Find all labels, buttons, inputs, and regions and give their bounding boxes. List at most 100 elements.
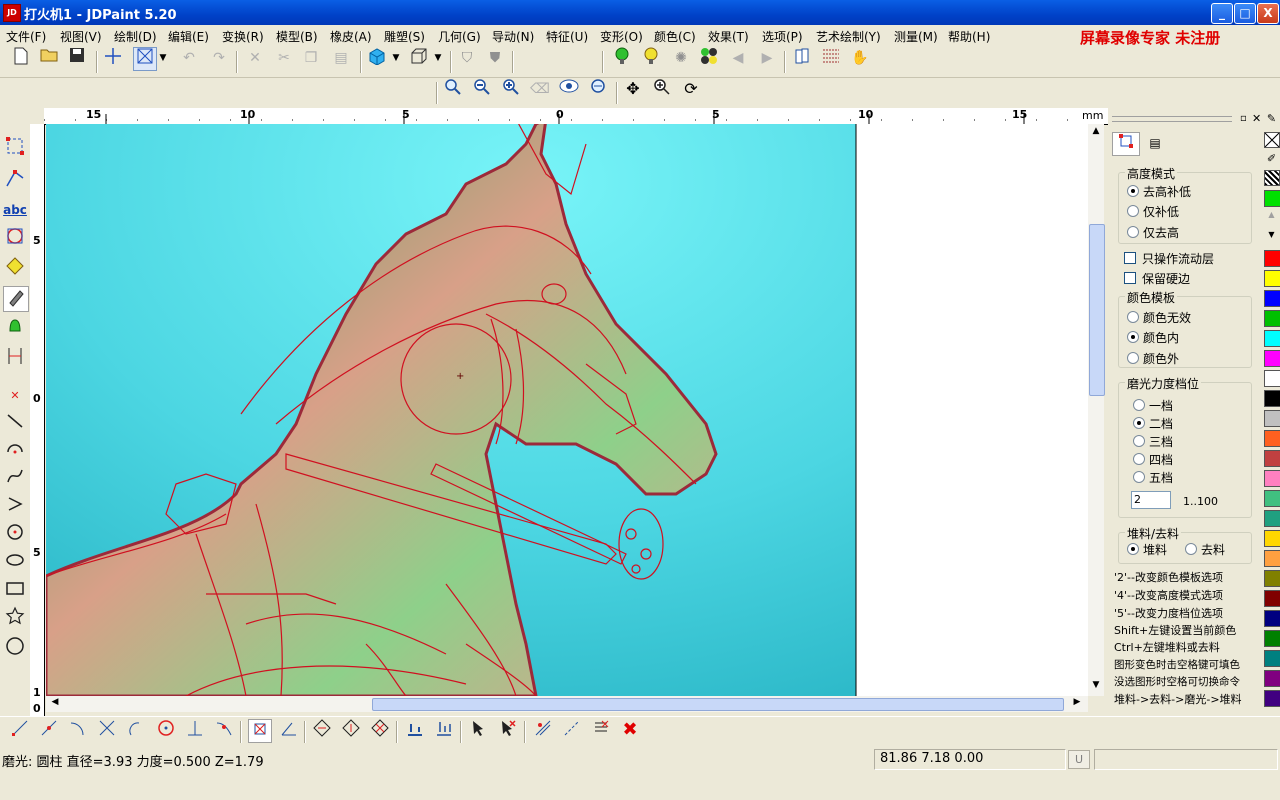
- diamond-icon[interactable]: [311, 719, 333, 741]
- arc-tool-icon[interactable]: [3, 438, 27, 462]
- menu-transform[interactable]: 变换(R): [222, 28, 264, 45]
- menu-draw[interactable]: 绘制(D): [114, 28, 157, 45]
- color-swatch[interactable]: [1264, 530, 1280, 547]
- scroll-down-icon[interactable]: ▼: [1089, 680, 1103, 694]
- close-button[interactable]: X: [1257, 3, 1279, 24]
- color-swatch[interactable]: [1264, 250, 1280, 267]
- star-tool-icon[interactable]: [3, 606, 27, 630]
- curve-tool-icon[interactable]: [3, 466, 27, 490]
- refresh-icon[interactable]: ⟳: [680, 78, 702, 100]
- eraser-icon[interactable]: ⌫: [529, 78, 551, 100]
- save-icon[interactable]: [66, 47, 88, 69]
- select-node-icon[interactable]: [3, 136, 27, 160]
- color-swatch[interactable]: [1264, 190, 1280, 207]
- menu-help[interactable]: 帮助(H): [948, 28, 990, 45]
- align-bottom-icon[interactable]: [404, 719, 426, 741]
- color-swatch[interactable]: [1264, 550, 1280, 567]
- palette-scroll-up-icon[interactable]: ▲: [1264, 210, 1279, 222]
- arrow-left-icon[interactable]: ◀: [727, 47, 749, 69]
- menu-sweep[interactable]: 导动(N): [492, 28, 534, 45]
- drawing-canvas[interactable]: +: [46, 124, 1088, 696]
- zoom-icon[interactable]: [651, 78, 673, 100]
- menu-view[interactable]: 视图(V): [60, 28, 102, 45]
- redo-icon[interactable]: ↷: [208, 47, 230, 69]
- snap-nearest-icon[interactable]: [213, 719, 235, 741]
- delete-x-icon[interactable]: ✖: [619, 719, 641, 741]
- crosshair-icon[interactable]: [102, 47, 124, 69]
- color-swatch[interactable]: [1264, 510, 1280, 527]
- checkbox-keep-hard-edge[interactable]: 保留硬边: [1124, 270, 1190, 287]
- snap-angle-icon[interactable]: [278, 719, 300, 741]
- menu-feature[interactable]: 特征(U): [546, 28, 588, 45]
- radio-height-remove-high[interactable]: 仅去高: [1127, 224, 1179, 241]
- hand-icon[interactable]: ✋: [849, 47, 871, 69]
- zoom-fit-icon[interactable]: [588, 78, 610, 100]
- color-swatch[interactable]: [1264, 270, 1280, 287]
- tab-document-icon[interactable]: ▤: [1142, 132, 1168, 154]
- delete-icon[interactable]: ✕: [244, 47, 266, 69]
- scroll-up-icon[interactable]: ▲: [1089, 126, 1103, 140]
- node-edit-icon[interactable]: [3, 168, 27, 192]
- chevron-down-icon[interactable]: ▼: [390, 47, 402, 69]
- horizontal-scroll-thumb[interactable]: [372, 698, 1064, 711]
- radio-level-2[interactable]: 二档: [1133, 415, 1173, 432]
- color-cube-icon[interactable]: [366, 47, 388, 69]
- snap-grid-icon[interactable]: [248, 719, 272, 743]
- color-swatch[interactable]: [1264, 490, 1280, 507]
- radio-stock-remove[interactable]: 去料: [1185, 541, 1225, 558]
- view-3d-icon[interactable]: [408, 47, 430, 69]
- radio-color-outside[interactable]: 颜色外: [1127, 350, 1179, 367]
- snap-arc-icon[interactable]: [67, 719, 89, 741]
- sculpt-tool-icon[interactable]: [3, 256, 27, 280]
- polish-level-input[interactable]: 2: [1131, 491, 1171, 509]
- select-box-icon[interactable]: [133, 47, 157, 71]
- menu-eraser[interactable]: 橡皮(A): [330, 28, 372, 45]
- radio-level-1[interactable]: 一档: [1133, 397, 1173, 414]
- menu-effect[interactable]: 效果(T): [708, 28, 749, 45]
- checkbox-only-flow-layer[interactable]: 只操作流动层: [1124, 250, 1214, 267]
- array-icon[interactable]: [532, 719, 554, 741]
- snap-midpoint-icon[interactable]: [38, 719, 60, 741]
- diamond-icon[interactable]: [369, 719, 391, 741]
- panel-pin-icon[interactable]: ▫: [1240, 113, 1247, 124]
- new-file-icon[interactable]: [10, 47, 32, 69]
- color-swatch[interactable]: [1264, 430, 1280, 447]
- color-swatch[interactable]: [1264, 650, 1280, 667]
- vertical-scrollbar[interactable]: ▲ ▼: [1088, 124, 1105, 696]
- zoom-out-icon[interactable]: [471, 78, 493, 100]
- horizontal-scrollbar[interactable]: ◀ ▶: [46, 696, 1088, 712]
- mode-indicator[interactable]: U: [1068, 750, 1090, 769]
- menu-measure[interactable]: 测量(M): [894, 28, 938, 45]
- menu-options[interactable]: 选项(P): [762, 28, 803, 45]
- polyline-tool-icon[interactable]: [3, 494, 27, 518]
- pattern-swatch[interactable]: [1264, 170, 1280, 186]
- shield-icon[interactable]: ⛊: [484, 47, 506, 69]
- snap-center-icon[interactable]: [155, 719, 177, 741]
- rectangle-tool-icon[interactable]: [3, 578, 27, 602]
- lightbulb-icon[interactable]: [640, 47, 662, 69]
- radio-height-both[interactable]: 去高补低: [1127, 183, 1191, 200]
- diamond-icon[interactable]: [340, 719, 362, 741]
- menu-art-draw[interactable]: 艺术绘制(Y): [816, 28, 881, 45]
- arrow-right-icon[interactable]: ▶: [756, 47, 778, 69]
- copy-icon[interactable]: ❐: [300, 47, 322, 69]
- align-distribute-icon[interactable]: [433, 719, 455, 741]
- color-swatch[interactable]: [1264, 330, 1280, 347]
- color-swatch[interactable]: [1264, 690, 1280, 707]
- menu-color[interactable]: 颜色(C): [654, 28, 696, 45]
- color-swatch[interactable]: [1264, 470, 1280, 487]
- circle-center-icon[interactable]: [3, 522, 27, 546]
- color-swatch[interactable]: [1264, 290, 1280, 307]
- line-tool-icon[interactable]: [3, 410, 27, 434]
- radio-level-3[interactable]: 三档: [1133, 433, 1173, 450]
- color-swatch[interactable]: [1264, 590, 1280, 607]
- radio-color-inside[interactable]: 颜色内: [1127, 329, 1179, 346]
- eye-icon[interactable]: [558, 78, 580, 100]
- list-icon[interactable]: [590, 719, 612, 741]
- snap-line-icon[interactable]: [9, 719, 31, 741]
- color-swatch[interactable]: [1264, 390, 1280, 407]
- color-swatch[interactable]: [1264, 350, 1280, 367]
- point-icon[interactable]: ✕: [3, 384, 27, 408]
- circle-tool-icon[interactable]: [3, 636, 27, 660]
- minimize-button[interactable]: _: [1211, 3, 1233, 24]
